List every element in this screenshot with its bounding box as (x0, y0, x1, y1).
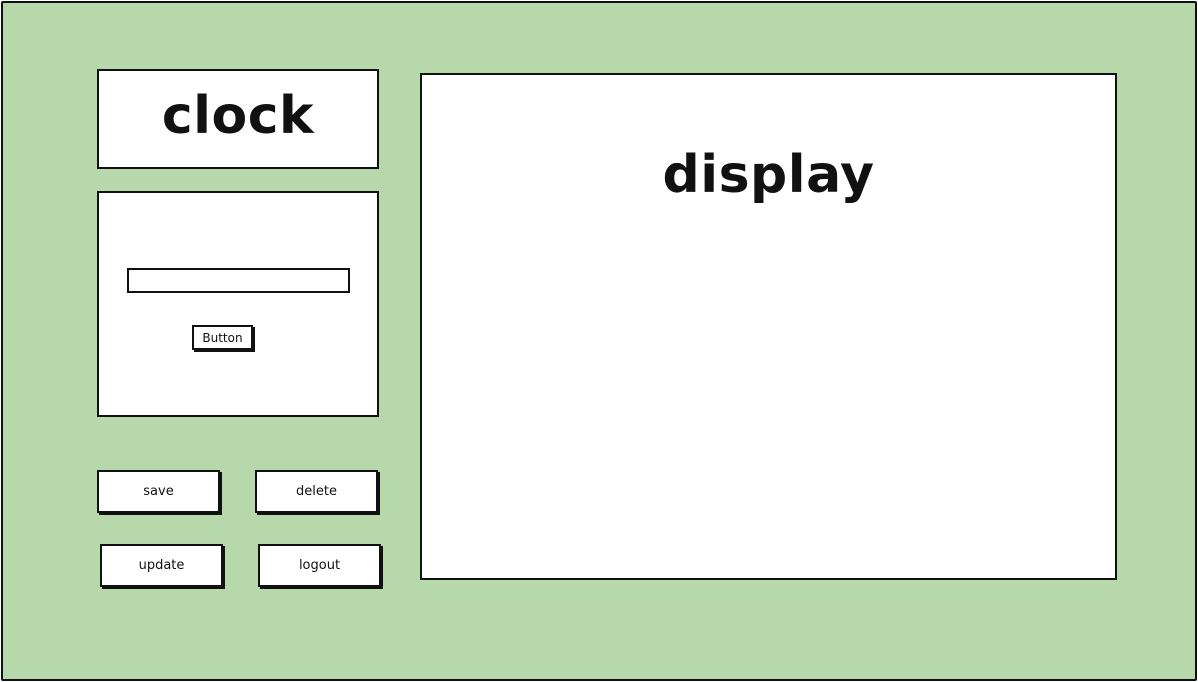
submit-button[interactable]: Button (192, 325, 253, 350)
save-button[interactable]: save (97, 470, 220, 513)
display-title: display (662, 145, 875, 205)
clock-panel: clock (97, 69, 379, 169)
delete-button[interactable]: delete (255, 470, 378, 513)
logout-button[interactable]: logout (258, 544, 381, 587)
app-canvas: clock Button save delete update logout d… (1, 1, 1197, 681)
display-panel: display (420, 73, 1117, 580)
text-input[interactable] (127, 268, 350, 293)
update-button[interactable]: update (100, 544, 223, 587)
clock-title: clock (161, 86, 315, 146)
input-panel: Button (97, 191, 379, 417)
